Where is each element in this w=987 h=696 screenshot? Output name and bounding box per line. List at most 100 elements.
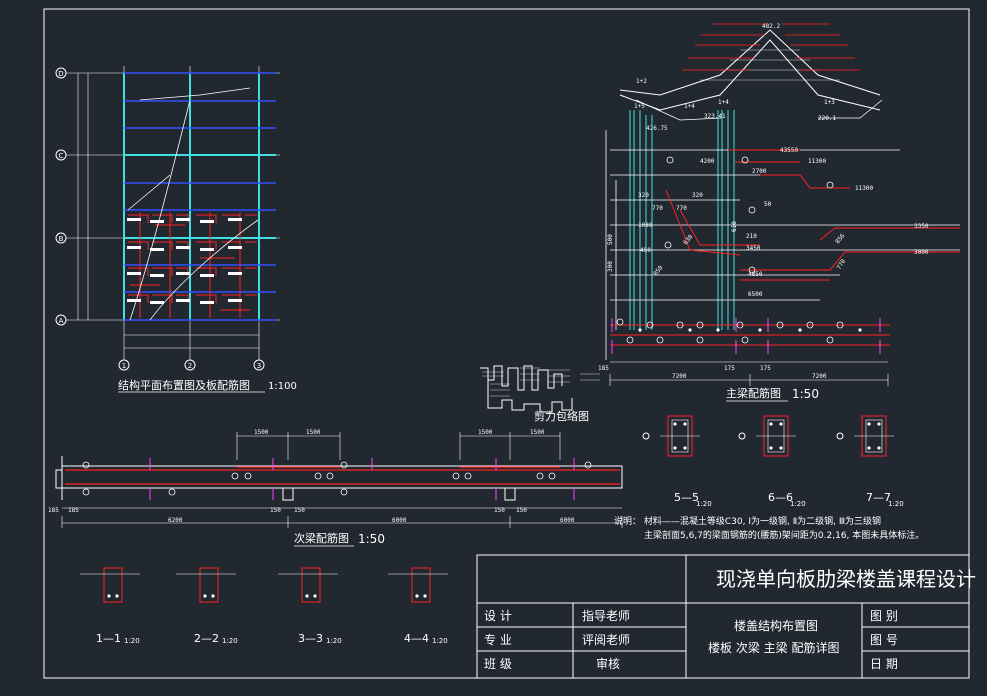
shear-title: 剪力包络图 xyxy=(534,409,589,423)
sec-beam-title: 次梁配筋图 xyxy=(294,531,349,545)
section-label: 2—2 xyxy=(194,632,219,645)
axis-label: C xyxy=(59,152,64,160)
dim-text: 856 xyxy=(834,232,847,245)
check-label: 审核 xyxy=(596,656,620,671)
axis-label: 1 xyxy=(122,362,126,370)
section-7: 7—7 1:20 xyxy=(836,415,904,508)
dim-text: 426.75 xyxy=(646,125,668,132)
section-scale: 1:20 xyxy=(124,637,140,645)
dim-text: 11300 xyxy=(808,158,826,165)
dim-text: 3000 xyxy=(914,249,929,256)
project-title: 现浇单向板肋梁楼盖课程设计 xyxy=(716,567,976,591)
dim-text: 450 xyxy=(640,247,651,254)
dim-text: 6000 xyxy=(392,517,407,524)
dim-text: 300 xyxy=(607,261,614,272)
section-label: 3—3 xyxy=(298,632,323,645)
dim-text: 6000 xyxy=(560,517,575,524)
dim-text: 6200 xyxy=(168,517,183,524)
date-label: 日 期 xyxy=(870,657,898,671)
dim-text: 50 xyxy=(764,201,772,208)
section-scale: 1:20 xyxy=(696,500,712,508)
plan-scale: 1:100 xyxy=(268,381,297,392)
drawing-name-2: 楼板 次梁 主梁 配筋详图 xyxy=(708,640,839,655)
dim-text: 4850 xyxy=(748,271,763,278)
dim-text: 3350 xyxy=(914,223,929,230)
span-dim: 7200 xyxy=(812,373,827,380)
dim-text: 43550 xyxy=(780,147,798,154)
dim-text: 185 xyxy=(598,365,609,372)
designer-label: 设 计 xyxy=(484,609,512,623)
dim-text: 1500 xyxy=(306,429,321,436)
section-3: 3—3 1:20 xyxy=(278,567,342,645)
dim-text: 185 xyxy=(48,507,59,514)
dim-text: 11300 xyxy=(855,185,873,192)
section-1: 1—1 1:20 xyxy=(80,567,140,645)
cad-drawing: D C B A 1 2 3 结构平面布置图及板配筋图 1:100 剪力包络图 4… xyxy=(43,8,976,679)
drawing-type-label: 图 别 xyxy=(870,609,898,623)
dim-text: 1500 xyxy=(254,429,269,436)
main-beam-title: 主梁配筋图 xyxy=(726,386,781,400)
drawing-name-1: 楼盖结构布置图 xyxy=(734,618,818,633)
axis-row-b: B xyxy=(55,232,67,244)
section-scale: 1:20 xyxy=(790,500,806,508)
major-label: 专 业 xyxy=(484,632,512,647)
dim-text: 610 xyxy=(731,221,738,232)
notes-line-2: 主梁剖面5,6,7的梁面钢筋的(腰筋)架间距为0.2,16, 本图未具体标注。 xyxy=(644,529,924,541)
dim-text: 6500 xyxy=(748,291,763,298)
drawing-no-label: 图 号 xyxy=(870,633,898,647)
dim-text: 1500 xyxy=(478,429,493,436)
axis-label: B xyxy=(59,235,64,243)
section-scale: 1:20 xyxy=(432,637,448,645)
dim-text: 770 xyxy=(836,258,848,271)
dim-text: 323.41 xyxy=(704,113,726,120)
dim-text: 770 xyxy=(652,205,663,212)
axis-label: 2 xyxy=(188,362,192,370)
dim-text: 150 xyxy=(494,507,505,514)
advisor-label: 指导老师 xyxy=(582,608,630,623)
structural-plan: D C B A 1 2 3 结构平面布置图及板配筋图 1:100 xyxy=(55,66,297,393)
section-6: 6—6 1:20 xyxy=(738,415,806,508)
axis-col-1: 1 xyxy=(118,359,130,371)
section-scale: 1:20 xyxy=(326,637,342,645)
dim-text: 175 xyxy=(724,365,735,372)
dim-text: 770 xyxy=(676,205,687,212)
dim-text: 1+3 xyxy=(824,99,835,106)
dim-text: 1030 xyxy=(638,222,653,229)
section-scale: 1:20 xyxy=(888,500,904,508)
section-4: 4—4 1:20 xyxy=(388,567,448,645)
axis-row-d: D xyxy=(55,67,67,79)
axis-row-a: A xyxy=(55,314,67,326)
dim-text: 4200 xyxy=(700,158,715,165)
dim-text: 175 xyxy=(760,365,771,372)
section-label: 4—4 xyxy=(404,632,429,645)
span-dim: 7200 xyxy=(672,373,687,380)
dim-text: 3450 xyxy=(746,245,761,252)
dim-text: 2700 xyxy=(752,168,767,175)
dim-text: 1+5 xyxy=(634,103,645,110)
axis-label: A xyxy=(59,317,64,325)
dim-text: 482.2 xyxy=(762,23,780,30)
dim-text: 150 xyxy=(294,507,305,514)
dim-text: 500 xyxy=(607,234,614,245)
dim-text: 185 xyxy=(68,507,79,514)
dim-text: 150 xyxy=(516,507,527,514)
axis-col-2: 2 xyxy=(184,359,196,371)
section-scale: 1:20 xyxy=(222,637,238,645)
axis-label: D xyxy=(58,70,63,78)
dim-text: 210 xyxy=(746,233,757,240)
reviewer-label: 评阅老师 xyxy=(582,633,630,647)
dim-text: 150 xyxy=(270,507,281,514)
plan-title: 结构平面布置图及板配筋图 xyxy=(118,378,250,392)
notes-line-1: 说明： 材料——混凝土等级C30, Ⅰ为一级钢, Ⅱ为二级钢, Ⅲ为三级钢 xyxy=(614,515,881,527)
section-label: 1—1 xyxy=(96,632,121,645)
main-beam-scale: 1:50 xyxy=(792,387,819,401)
dim-text: 1+4 xyxy=(684,103,695,110)
class-label: 班 级 xyxy=(484,657,512,671)
main-beam-drawing: 482.2 1+2 1+4 1+3 1+4 1+5 323.41 220.1 4… xyxy=(598,23,960,402)
dim-text: 220.1 xyxy=(818,115,836,122)
secondary-beam-drawing: 1500 1500 1500 1500 185 185 150 150 150 … xyxy=(48,429,623,547)
dim-text: 320 xyxy=(638,192,649,199)
axis-label: 3 xyxy=(257,362,261,370)
dim-text: 1500 xyxy=(530,429,545,436)
axis-col-3: 3 xyxy=(253,359,265,371)
